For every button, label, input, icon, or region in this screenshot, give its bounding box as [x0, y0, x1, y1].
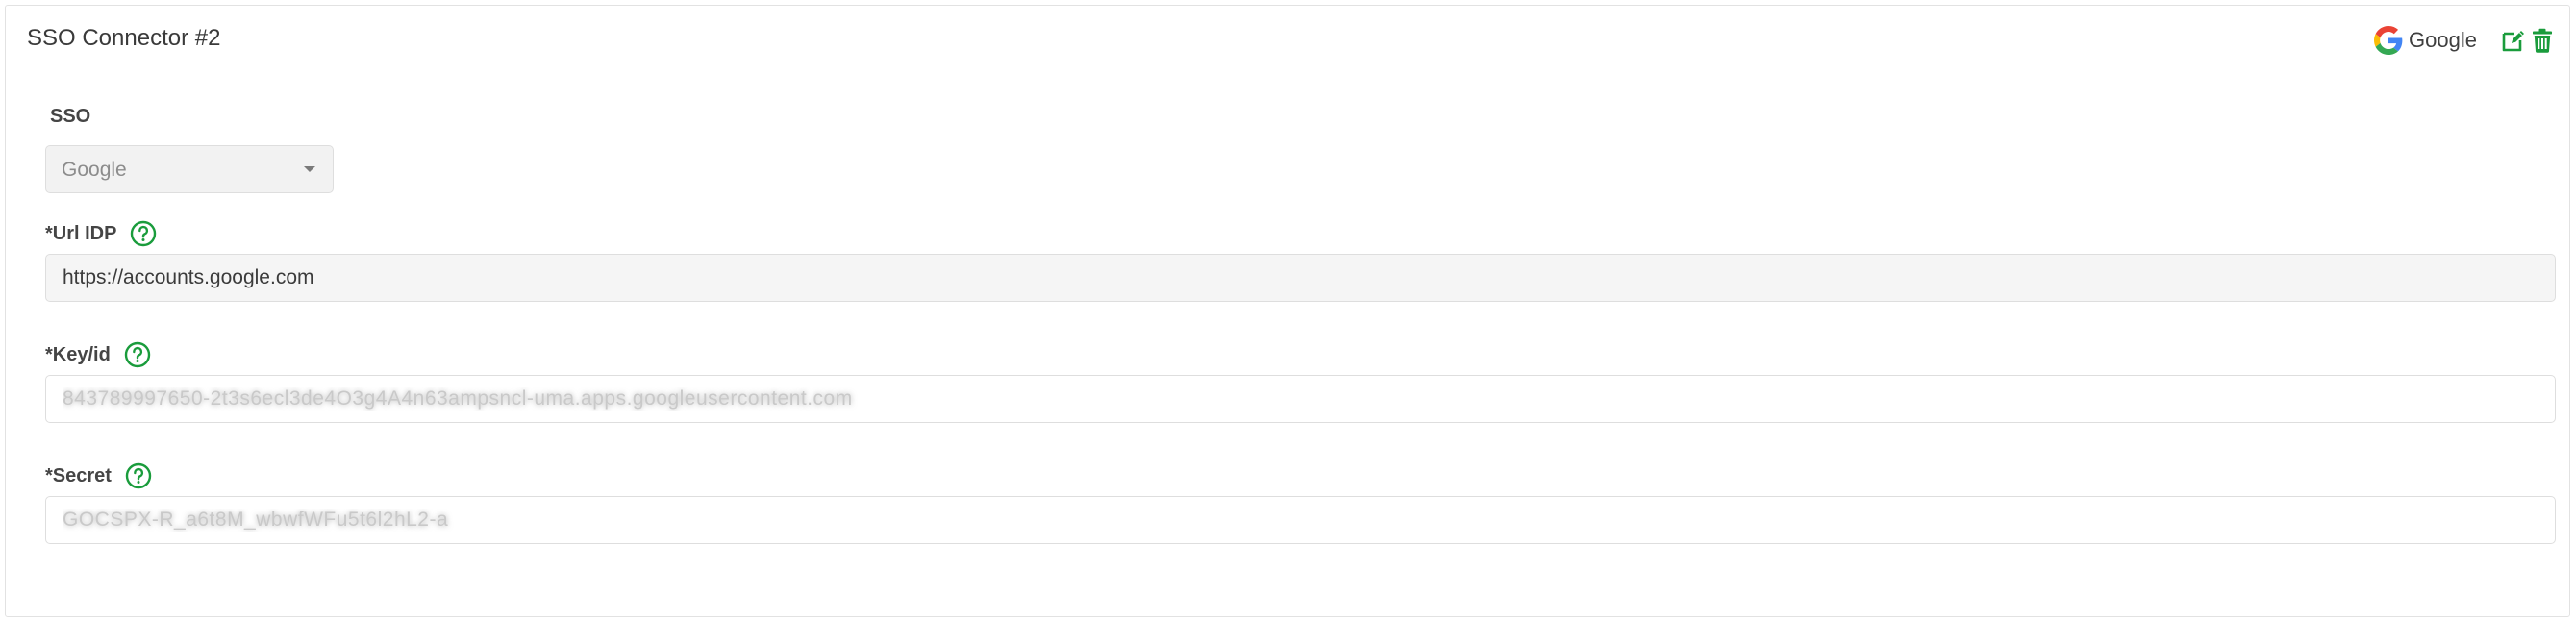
secret-input[interactable]: [45, 496, 2556, 544]
url-idp-label-text: *Url IDP: [45, 222, 117, 244]
trash-icon[interactable]: [2529, 26, 2556, 55]
secret-label: *Secret: [45, 461, 152, 490]
help-icon[interactable]: [130, 220, 157, 247]
google-g-logo-icon: [2374, 26, 2403, 55]
provider-name: Google: [2409, 28, 2477, 52]
sso-select[interactable]: Google: [45, 145, 334, 193]
url-idp-input[interactable]: [45, 254, 2556, 302]
card-title: SSO Connector #2: [27, 25, 221, 51]
sso-connector-card: SSO Connector #2 Google SSO Google *Url …: [5, 5, 2570, 617]
card-header: SSO Connector #2 Google: [6, 6, 2569, 73]
sso-select-value: Google: [62, 159, 127, 181]
provider-badge: Google: [2374, 26, 2477, 55]
header-actions: Google: [2374, 25, 2556, 56]
sso-label: SSO: [50, 102, 90, 131]
sso-label-text: SSO: [50, 105, 91, 127]
key-id-input[interactable]: [45, 375, 2556, 423]
key-id-label-text: *Key/id: [45, 343, 111, 365]
key-id-label: *Key/id: [45, 340, 151, 369]
help-icon[interactable]: [124, 341, 151, 368]
url-idp-label: *Url IDP: [45, 219, 157, 248]
help-icon[interactable]: [125, 462, 152, 489]
caret-down-icon: [304, 166, 315, 172]
edit-icon[interactable]: [2500, 26, 2527, 55]
secret-label-text: *Secret: [45, 464, 112, 486]
